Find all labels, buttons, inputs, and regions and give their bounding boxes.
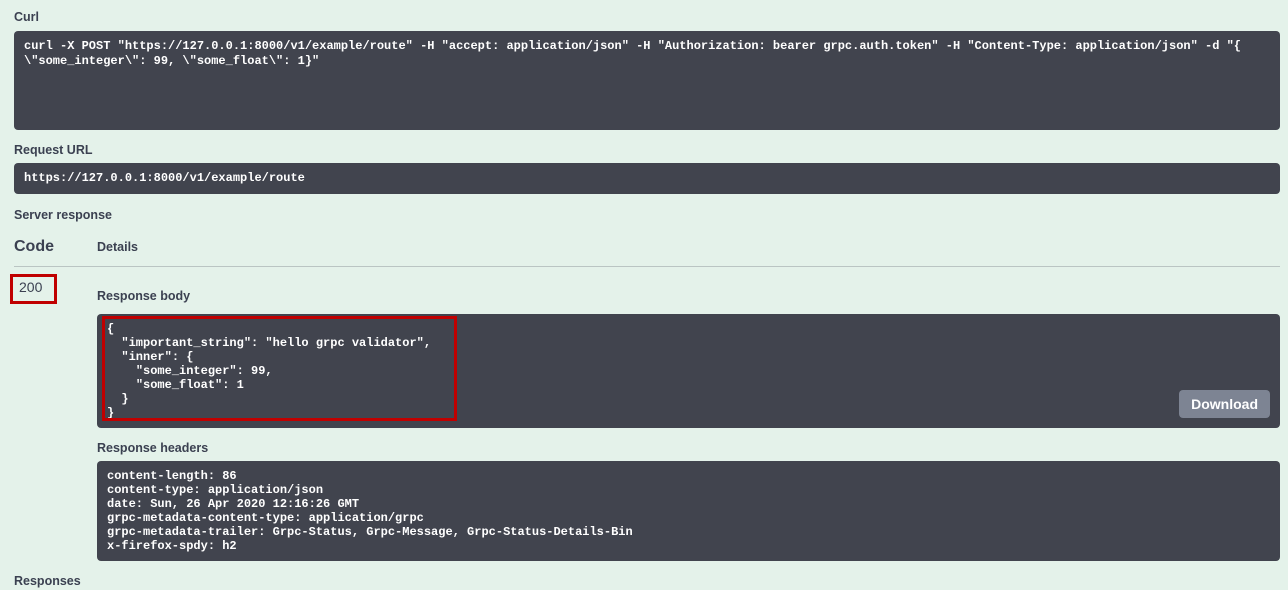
response-headers-block: content-length: 86 content-type: applica…: [97, 461, 1280, 561]
swagger-response-panel: Curl curl -X POST "https://127.0.0.1:800…: [0, 0, 1288, 590]
response-body-label: Response body: [97, 289, 191, 303]
response-body-block: { "important_string": "hello grpc valida…: [97, 314, 1280, 428]
response-table-row: 200 Response body { "important_string": …: [10, 267, 1280, 561]
status-code-cell: 200: [10, 274, 97, 561]
response-table-header: Code Details: [14, 222, 1280, 267]
request-url-value: https://127.0.0.1:8000/v1/example/route: [14, 163, 1280, 194]
server-response-label: Server response: [14, 208, 112, 222]
response-headers-label: Response headers: [97, 441, 209, 455]
status-code-annotation: 200: [10, 274, 58, 304]
details-column-header: Details: [97, 240, 138, 254]
curl-label: Curl: [14, 10, 39, 24]
download-button[interactable]: Download: [1179, 390, 1270, 418]
request-url-label: Request URL: [14, 143, 93, 157]
response-body-wrap: { "important_string": "hello grpc valida…: [97, 314, 1280, 428]
code-column-header: Code: [14, 238, 54, 255]
response-details-cell: Response body { "important_string": "hel…: [97, 274, 1280, 561]
curl-command-block[interactable]: curl -X POST "https://127.0.0.1:8000/v1/…: [14, 31, 1280, 130]
responses-heading: Responses: [14, 574, 81, 588]
